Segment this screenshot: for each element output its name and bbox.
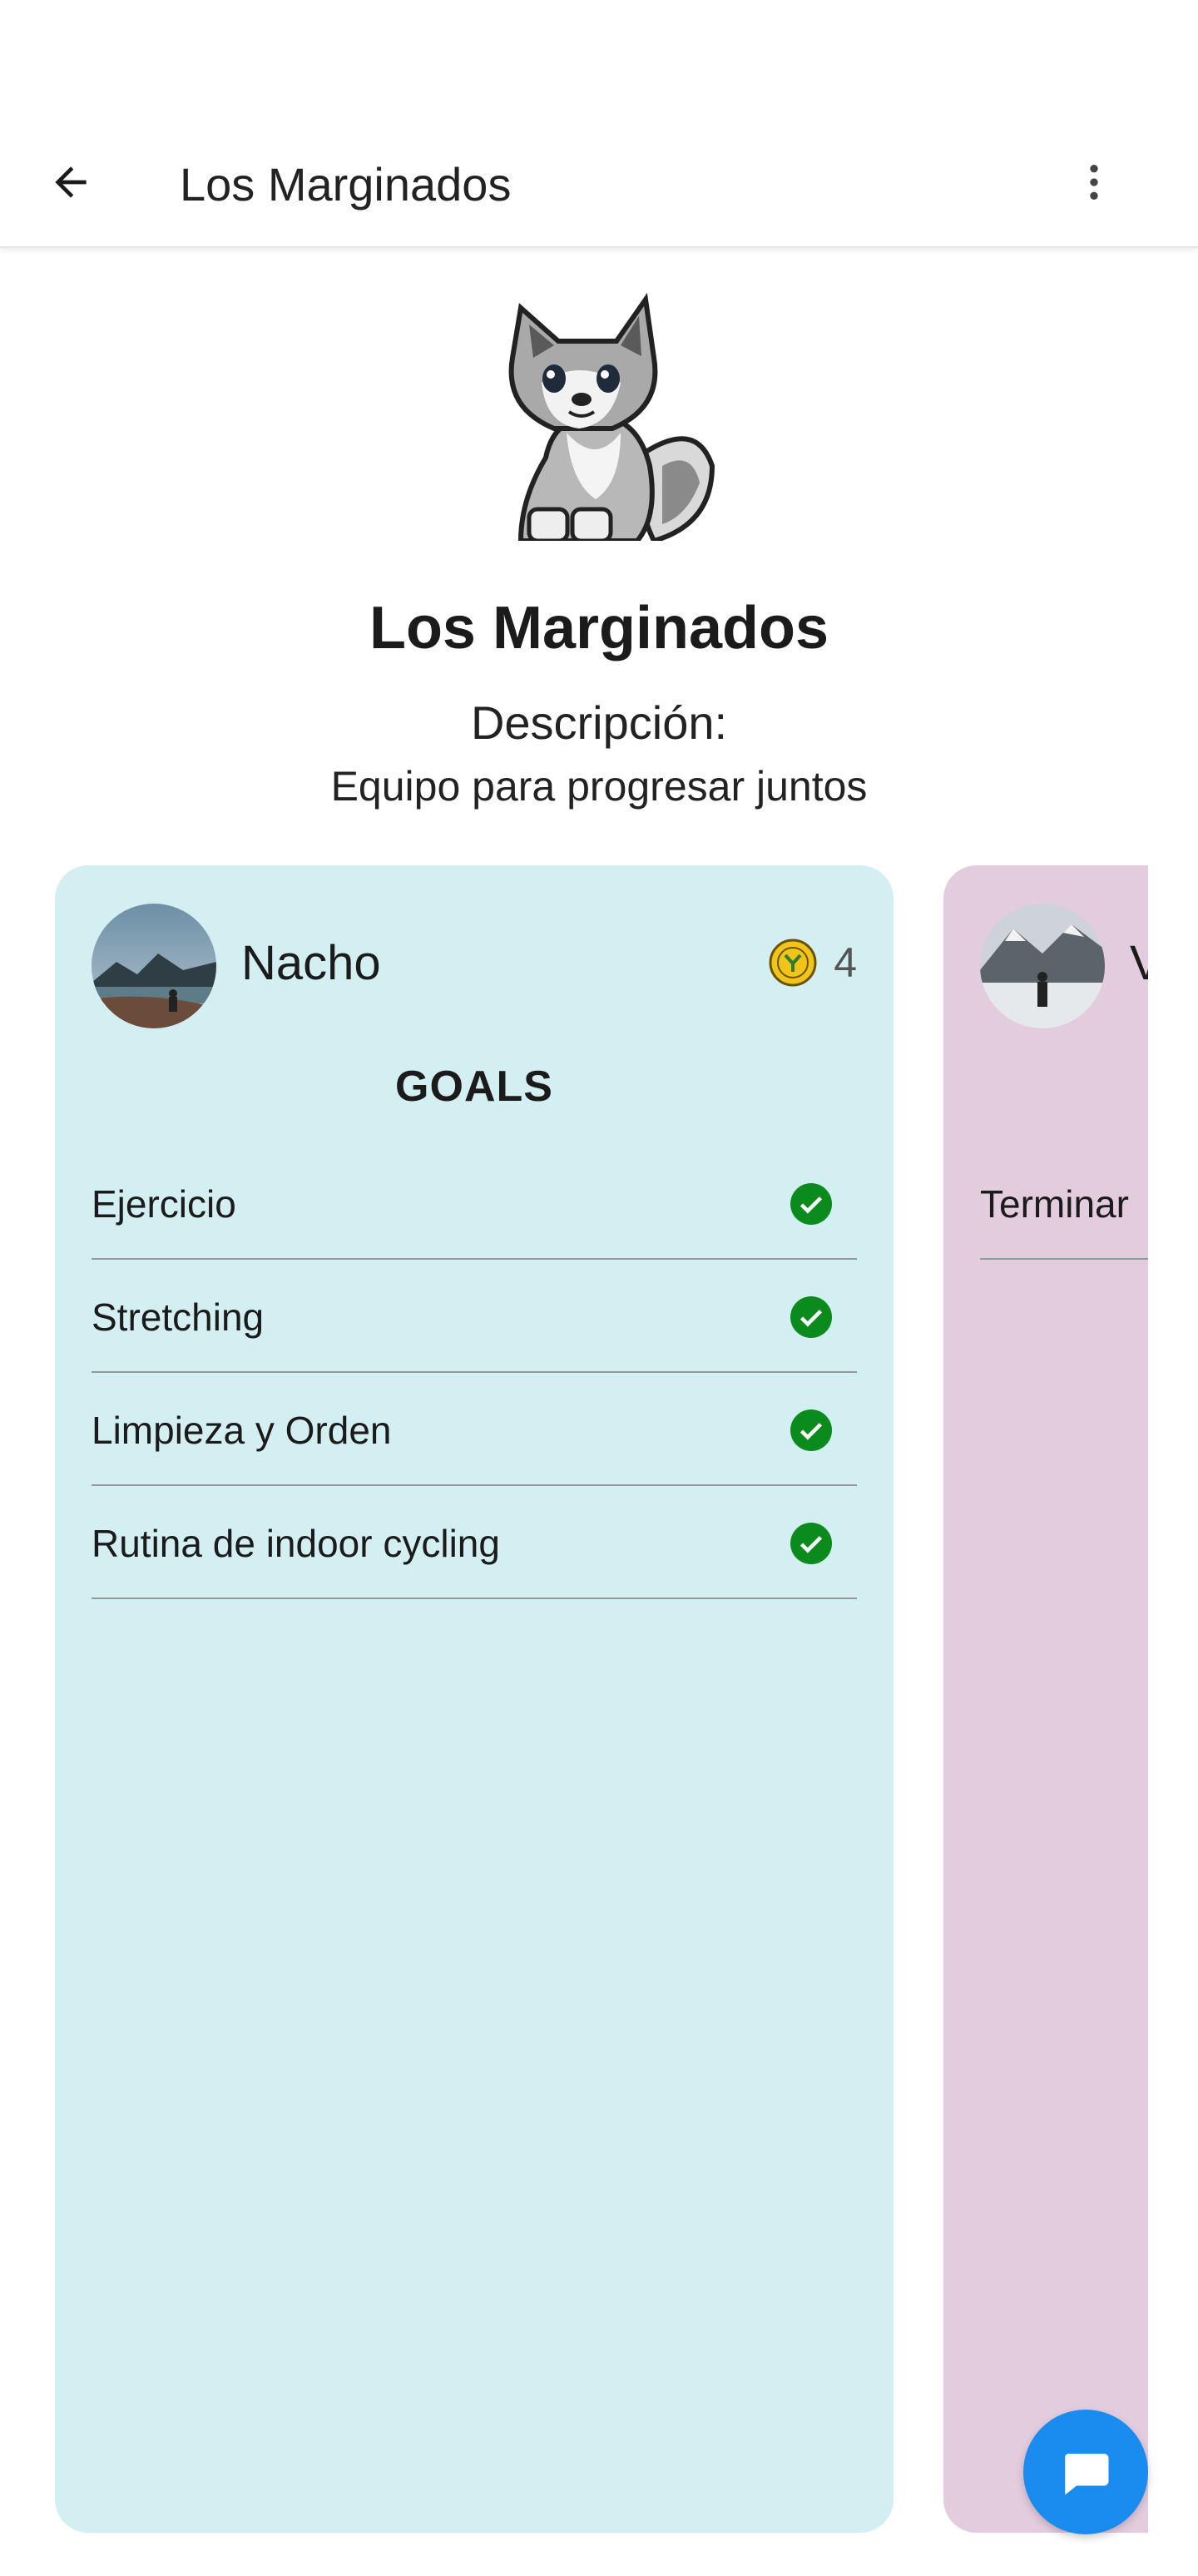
coin-icon [769, 939, 817, 987]
app-title: Los Marginados [180, 158, 512, 211]
points-value: 4 [834, 939, 857, 986]
goal-label: Stretching [92, 1295, 265, 1339]
team-avatar [496, 291, 720, 544]
goal-label: Ejercicio [92, 1182, 236, 1226]
member-card: Nacho 4 GOALS Ejercicio Stretching Limpi… [55, 865, 894, 2533]
snow-landscape-avatar-image [980, 904, 1105, 1028]
goals-title: GOALS [395, 1063, 553, 1111]
points-badge: 4 [769, 939, 857, 987]
chat-button[interactable] [1023, 2410, 1148, 2534]
goal-row[interactable]: Ejercicio [92, 1147, 857, 1260]
goal-list: Ejercicio Stretching Limpieza y Orden Ru… [92, 1147, 857, 1599]
more-vert-icon [1090, 165, 1098, 200]
check-circle-icon [790, 1296, 832, 1338]
app-bar: Los Marginados [0, 125, 1198, 248]
landscape-avatar-image [92, 904, 216, 1028]
goal-row[interactable]: Terminar [980, 1147, 1148, 1260]
avatar[interactable] [980, 904, 1105, 1028]
goal-label: Limpieza y Orden [92, 1409, 392, 1452]
team-name: Los Marginados [369, 595, 829, 661]
goal-list: Terminar [980, 1147, 1148, 1260]
goal-label: Rutina de indoor cycling [92, 1522, 500, 1565]
member-name: Nacho [241, 936, 381, 990]
team-description: Equipo para progresar juntos [330, 763, 868, 810]
wolf-avatar-icon [508, 293, 715, 544]
goal-row[interactable]: Stretching [92, 1260, 857, 1373]
avatar[interactable] [92, 904, 216, 1028]
description-label: Descripción: [470, 696, 728, 749]
check-circle-icon [790, 1409, 832, 1451]
chat-bubble-icon [1065, 2454, 1109, 2495]
back-button[interactable] [42, 153, 100, 211]
arrow-back-icon [55, 166, 87, 198]
member-card: V Terminar [943, 865, 1148, 2533]
member-cards-carousel[interactable]: Nacho 4 GOALS Ejercicio Stretching Limpi… [0, 865, 1148, 2538]
goal-row[interactable]: Rutina de indoor cycling [92, 1486, 857, 1599]
goal-label: Terminar [980, 1182, 1129, 1226]
status-bar [0, 0, 1198, 125]
check-circle-icon [790, 1183, 832, 1225]
more-options-button[interactable] [1065, 153, 1123, 211]
member-name: V [1130, 936, 1148, 990]
goal-row[interactable]: Limpieza y Orden [92, 1373, 857, 1486]
check-circle-icon [790, 1523, 832, 1564]
